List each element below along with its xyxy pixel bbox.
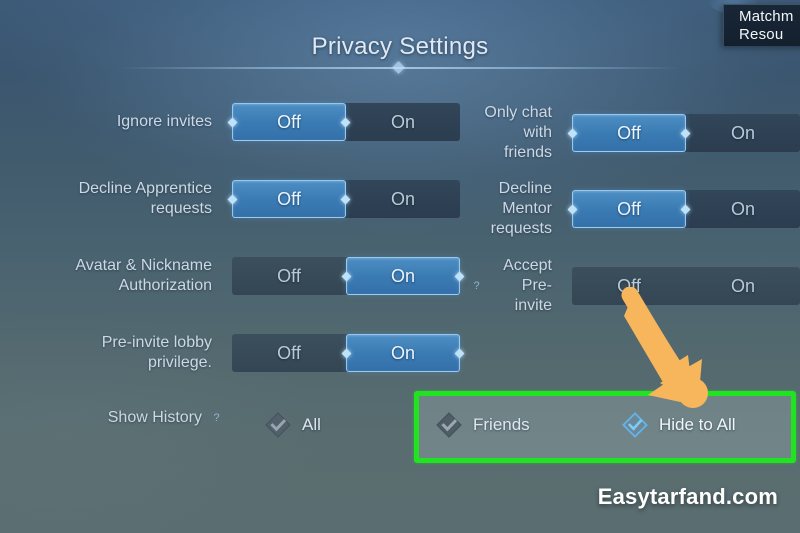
setting-label-accept-pre-invite: Accept Pre-invite [503,257,552,314]
help-icon[interactable]: ? [470,280,483,293]
setting-row-ignore-invites: Ignore invites Off On [0,103,460,141]
toggle-avatar-nickname-authorization[interactable]: Off On [232,257,460,295]
toggle-option-off[interactable]: Off [232,180,346,218]
toggle-option-off[interactable]: Off [572,190,686,228]
divider-gem-icon [392,61,405,74]
toggle-option-off[interactable]: Off [232,103,346,141]
setting-row-only-chat-with-friends: Only chat with friends Off On [470,103,800,163]
watermark: Easytarfand.com [597,484,778,509]
history-option-label: Friends [473,415,530,434]
toggle-pre-invite-lobby-privilege[interactable]: Off On [232,334,460,372]
toggle-decline-mentor-requests[interactable]: Off On [572,190,800,228]
setting-label-pre-invite-lobby-privilege: Pre-invite lobby privilege. [101,334,212,371]
checkbox-unchecked-icon[interactable] [265,412,291,438]
toggle-option-off[interactable]: Off [572,267,686,305]
toggle-option-off[interactable]: Off [232,334,346,372]
toggle-option-on[interactable]: On [346,103,460,141]
setting-row-decline-apprentice-requests: Decline Apprentice requests Off On [0,179,460,219]
setting-row-decline-mentor-requests: Decline Mentor requests Off On [470,179,800,239]
checkbox-unchecked-icon[interactable] [436,412,462,438]
setting-label-show-history: Show History [107,409,202,426]
setting-row-show-history: Show History ? [0,408,228,428]
toggle-option-on[interactable]: On [686,190,800,228]
setting-label-avatar-nickname-authorization: Avatar & Nickname Authorization [75,257,212,294]
setting-row-pre-invite-lobby-privilege: Pre-invite lobby privilege. Off On [0,333,460,373]
page-title: Privacy Settings [311,33,489,60]
setting-label-only-chat-with-friends: Only chat with friends [484,104,552,161]
history-option-hide-to-all[interactable]: Hide to All [622,412,736,438]
setting-label-decline-apprentice-requests: Decline Apprentice requests [78,180,212,217]
toggle-option-on[interactable]: On [346,257,460,295]
setting-row-accept-pre-invite: ? Accept Pre-invite Off On [470,256,800,316]
toggle-option-off[interactable]: Off [572,114,686,152]
help-icon[interactable]: ? [210,412,223,425]
privacy-settings-screen: Matchm Resou Privacy Settings Ignore inv… [0,0,800,533]
history-option-label: Hide to All [659,415,736,434]
setting-label-decline-mentor-requests: Decline Mentor requests [490,180,552,237]
history-option-friends[interactable]: Friends [436,412,530,438]
toggle-only-chat-with-friends[interactable]: Off On [572,114,800,152]
history-option-label: All [302,415,321,434]
toggle-option-off[interactable]: Off [232,257,346,295]
setting-row-avatar-nickname-authorization: Avatar & Nickname Authorization Off On [0,256,460,296]
setting-label-ignore-invites: Ignore invites [116,113,212,130]
corner-panel-line-1: Matchm [739,8,794,25]
toggle-option-on[interactable]: On [686,114,800,152]
history-option-all[interactable]: All [265,412,321,438]
checkbox-checked-icon[interactable] [622,412,648,438]
toggle-ignore-invites[interactable]: Off On [232,103,460,141]
toggle-option-on[interactable]: On [346,180,460,218]
toggle-option-on[interactable]: On [686,267,800,305]
toggle-decline-apprentice-requests[interactable]: Off On [232,180,460,218]
toggle-accept-pre-invite[interactable]: Off On [572,267,800,305]
toggle-option-on[interactable]: On [346,334,460,372]
